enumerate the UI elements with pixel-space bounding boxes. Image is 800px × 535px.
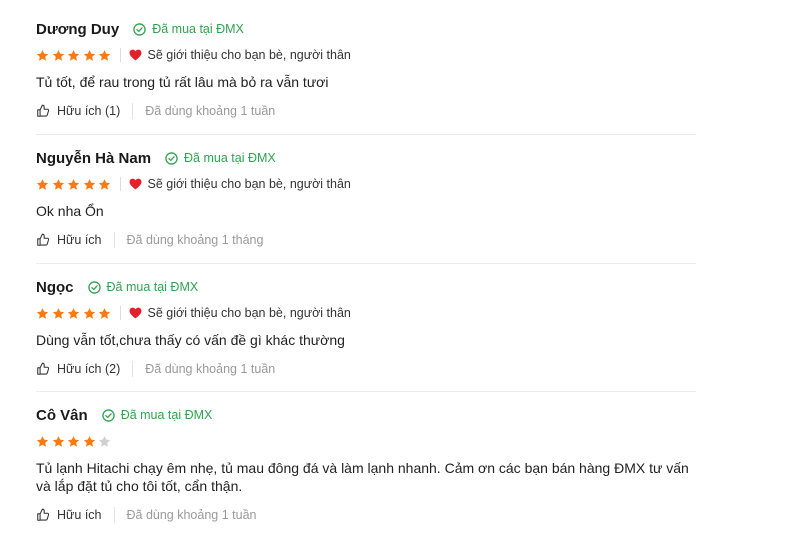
- verified-badge: Đã mua tại ĐMX: [133, 22, 244, 36]
- star-rating: [36, 435, 114, 448]
- usage-duration: Đã dùng khoảng 1 tuần: [145, 104, 276, 118]
- usage-duration: Đã dùng khoảng 1 tuần: [126, 508, 257, 522]
- verified-badge: Đã mua tại ĐMX: [165, 151, 276, 165]
- helpful-label: Hữu ích: [57, 233, 102, 247]
- footer-separator: [113, 507, 115, 523]
- star-filled-icon: [67, 307, 80, 319]
- rating-separator: [119, 177, 121, 191]
- review-item: Dương Duy Đã mua tại ĐMX Sẽ giới thiệu c…: [36, 18, 696, 120]
- heart-icon: [129, 49, 141, 61]
- verified-label: Đã mua tại ĐMX: [184, 151, 276, 165]
- review-footer: Hữu ích (1) Đã dùng khoảng 1 tuần: [36, 102, 696, 120]
- rating-row: Sẽ giới thiệu cho bạn bè, người thân: [36, 303, 696, 323]
- review-header: Ngọc Đã mua tại ĐMX: [36, 276, 696, 298]
- star-filled-icon: [52, 178, 64, 190]
- star-filled-icon: [67, 178, 80, 190]
- recommend-note: Sẽ giới thiệu cho bạn bè, người thân: [129, 48, 351, 62]
- check-circle-icon: [165, 151, 178, 165]
- recommend-label: Sẽ giới thiệu cho bạn bè, người thân: [147, 48, 351, 62]
- star-empty-icon: [98, 435, 111, 447]
- review-header: Cô Vân Đã mua tại ĐMX: [36, 404, 696, 426]
- verified-badge: Đã mua tại ĐMX: [87, 280, 199, 294]
- helpful-label: Hữu ích: [57, 508, 102, 522]
- review-header: Nguyễn Hà Nam Đã mua tại ĐMX: [36, 147, 696, 169]
- verified-label: Đã mua tại ĐMX: [120, 408, 213, 422]
- check-circle-icon: [87, 280, 101, 294]
- thumbs-up-icon: [37, 362, 50, 375]
- star-filled-icon: [36, 307, 49, 319]
- star-filled-icon: [52, 307, 64, 319]
- review-footer: Hữu ích Đã dùng khoảng 1 tháng: [36, 231, 696, 249]
- thumbs-up-icon: [37, 104, 50, 117]
- rating-separator: [119, 306, 121, 320]
- review-footer: Hữu ích Đã dùng khoảng 1 tuần: [36, 506, 696, 524]
- helpful-label: Hữu ích (2): [57, 362, 121, 376]
- thumbs-up-icon: [37, 233, 50, 246]
- helpful-label: Hữu ích (1): [57, 104, 121, 118]
- star-filled-icon: [52, 435, 64, 447]
- star-filled-icon: [67, 49, 80, 61]
- recommend-note: Sẽ giới thiệu cho bạn bè, người thân: [129, 306, 351, 320]
- reviewer-name: Dương Duy: [36, 20, 120, 38]
- helpful-button[interactable]: Hữu ích (2): [36, 362, 120, 376]
- star-filled-icon: [98, 307, 111, 319]
- rating-row: Sẽ giới thiệu cho bạn bè, người thân: [36, 45, 696, 65]
- heart-icon: [129, 178, 141, 190]
- footer-separator: [113, 232, 115, 248]
- star-filled-icon: [83, 178, 95, 190]
- review-comment: Ok nha Ổn: [36, 203, 104, 219]
- review-footer: Hữu ích (2) Đã dùng khoảng 1 tuần: [36, 360, 696, 378]
- star-filled-icon: [83, 49, 95, 61]
- check-circle-icon: [101, 408, 115, 422]
- review-divider: [36, 134, 696, 135]
- star-filled-icon: [36, 435, 49, 447]
- recommend-label: Sẽ giới thiệu cho bạn bè, người thân: [147, 306, 351, 320]
- star-filled-icon: [36, 49, 49, 61]
- rating-row: Sẽ giới thiệu cho bạn bè, người thân: [36, 174, 696, 194]
- review-list: Dương Duy Đã mua tại ĐMX Sẽ giới thiệu c…: [0, 0, 800, 535]
- thumbs-up-icon: [37, 508, 50, 521]
- star-filled-icon: [36, 178, 49, 190]
- helpful-button[interactable]: Hữu ích: [36, 508, 102, 522]
- review-item: Cô Vân Đã mua tại ĐMX Tủ lạnh Hitachi ch…: [36, 404, 696, 524]
- check-circle-icon: [133, 22, 146, 36]
- star-rating: [36, 307, 114, 320]
- review-item: Ngọc Đã mua tại ĐMX Sẽ giới thiệu cho bạ…: [36, 276, 696, 378]
- review-divider: [36, 391, 696, 392]
- recommend-label: Sẽ giới thiệu cho bạn bè, người thân: [147, 177, 351, 191]
- usage-duration: Đã dùng khoảng 1 tháng: [126, 233, 264, 247]
- review-item: Nguyễn Hà Nam Đã mua tại ĐMX Sẽ giới thi…: [36, 147, 696, 249]
- star-filled-icon: [67, 435, 80, 447]
- star-filled-icon: [98, 178, 111, 190]
- review-header: Dương Duy Đã mua tại ĐMX: [36, 18, 696, 40]
- footer-separator: [132, 103, 134, 119]
- verified-label: Đã mua tại ĐMX: [106, 280, 199, 294]
- heart-icon: [129, 307, 141, 319]
- reviewer-name: Nguyễn Hà Nam: [36, 149, 152, 167]
- footer-separator: [132, 361, 134, 377]
- helpful-button[interactable]: Hữu ích: [36, 233, 102, 247]
- rating-row: [36, 431, 696, 451]
- star-filled-icon: [83, 435, 95, 447]
- reviewer-name: Ngọc: [36, 278, 74, 296]
- review-comment: Dùng vẫn tốt,chưa thấy có vấn đề gì khác…: [36, 332, 345, 348]
- review-divider: [36, 263, 696, 264]
- star-filled-icon: [98, 49, 111, 61]
- usage-duration: Đã dùng khoảng 1 tuần: [145, 362, 276, 376]
- star-rating: [36, 49, 114, 62]
- verified-label: Đã mua tại ĐMX: [152, 22, 244, 36]
- verified-badge: Đã mua tại ĐMX: [101, 408, 213, 422]
- star-filled-icon: [52, 49, 64, 61]
- reviewer-name: Cô Vân: [36, 406, 88, 424]
- star-rating: [36, 178, 114, 191]
- star-filled-icon: [83, 307, 95, 319]
- review-comment: Tủ lạnh Hitachi chạy êm nhẹ, tủ mau đông…: [36, 460, 689, 494]
- rating-separator: [119, 48, 121, 62]
- helpful-button[interactable]: Hữu ích (1): [36, 104, 120, 118]
- review-comment: Tủ tốt, để rau trong tủ rất lâu mà bỏ ra…: [36, 74, 329, 90]
- recommend-note: Sẽ giới thiệu cho bạn bè, người thân: [129, 177, 351, 191]
